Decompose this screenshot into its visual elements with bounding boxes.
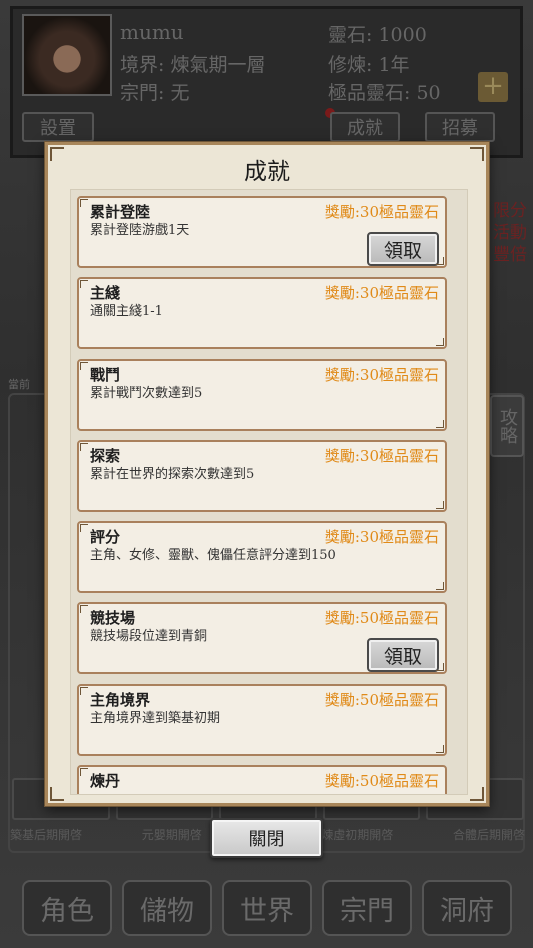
achievement-desc: 主角境界達到築基初期 (90, 711, 221, 726)
achievement-desc: 通關主綫1-1 (90, 304, 163, 319)
achievement-card: 煉丹 獎勵:50極品靈石 (77, 765, 447, 794)
player-name: mumu (120, 20, 184, 44)
achievement-reward: 獎勵:50極品靈石 (324, 691, 439, 709)
achievement-list[interactable]: 累計登陸 獎勵:30極品靈石 累計登陸游戲1天 領取 主綫 獎勵:30極品靈石 … (70, 189, 468, 795)
achievement-name: 評分 (90, 528, 121, 546)
cultivation-time: 修煉: 1年 (328, 54, 410, 76)
achievement-card: 探索 獎勵:30極品靈石 累計在世界的探索次數達到5 (77, 440, 447, 512)
current-label: 當前 (8, 378, 30, 391)
corner-ornament (470, 787, 484, 801)
achievement-desc: 競技場段位達到青銅 (90, 629, 208, 644)
unlock-label: 合體后期開啓 (452, 828, 525, 842)
player-avatar[interactable] (22, 14, 112, 96)
corner-ornament (50, 787, 64, 801)
guide-tab[interactable]: 攻略 (490, 395, 524, 457)
recruit-button[interactable]: 招募 (425, 112, 495, 142)
nav-character[interactable]: 角色 (22, 880, 112, 936)
achievement-desc: 主角、女修、靈獸、傀儡任意評分達到150 (90, 548, 336, 563)
event-banner[interactable]: 限分活動豐倍 (490, 200, 530, 270)
nav-world[interactable]: 世界 (222, 880, 312, 936)
unlock-label: 築基后期開啓 (10, 828, 83, 842)
achievement-name: 探索 (90, 447, 121, 465)
nav-sect[interactable]: 宗門 (322, 880, 412, 936)
achievement-name: 煉丹 (90, 772, 121, 790)
dialog-title: 成就 (244, 159, 290, 185)
achievement-desc: 累計在世界的探索次數達到5 (90, 467, 255, 482)
close-button[interactable]: 關閉 (210, 818, 323, 858)
spirit-stones: 靈石: 1000 (328, 24, 427, 46)
achievement-reward: 獎勵:30極品靈石 (324, 203, 439, 221)
add-stones-button[interactable]: + (478, 72, 508, 102)
player-sect: 宗門: 无 (120, 82, 190, 104)
achievement-card: 戰鬥 獎勵:30極品靈石 累計戰鬥次數達到5 (77, 359, 447, 431)
achievements-dialog: 成就 累計登陸 獎勵:30極品靈石 累計登陸游戲1天 領取 主綫 獎勵:30極品… (45, 142, 489, 806)
achievement-reward: 獎勵:30極品靈石 (324, 366, 439, 384)
claim-button[interactable]: 領取 (367, 232, 439, 266)
achievement-reward: 獎勵:50極品靈石 (324, 772, 439, 790)
plus-icon: + (482, 71, 504, 101)
achievement-name: 累計登陸 (90, 203, 151, 221)
unlock-label: 元嬰期開啓 (141, 828, 202, 842)
achievement-name: 競技場 (90, 609, 136, 627)
premium-stones: 極品靈石: 50 (328, 82, 441, 104)
achievement-name: 戰鬥 (90, 366, 121, 384)
player-realm: 境界: 煉氣期一層 (120, 54, 266, 76)
settings-button[interactable]: 設置 (22, 112, 94, 142)
achievement-reward: 獎勵:30極品靈石 (324, 528, 439, 546)
nav-storage[interactable]: 儲物 (122, 880, 212, 936)
achievement-name: 主綫 (90, 284, 121, 302)
achievement-desc: 累計登陸游戲1天 (90, 223, 190, 238)
achievement-desc: 累計戰鬥次數達到5 (90, 386, 203, 401)
achievement-card: 主綫 獎勵:30極品靈石 通關主綫1-1 (77, 277, 447, 349)
achievement-card: 評分 獎勵:30極品靈石 主角、女修、靈獸、傀儡任意評分達到150 (77, 521, 447, 593)
claim-button[interactable]: 領取 (367, 638, 439, 672)
achievement-card: 競技場 獎勵:50極品靈石 競技場段位達到青銅 領取 (77, 602, 447, 674)
achievement-card: 累計登陸 獎勵:30極品靈石 累計登陸游戲1天 領取 (77, 196, 447, 268)
achievement-reward: 獎勵:50極品靈石 (324, 609, 439, 627)
achievement-card: 主角境界 獎勵:50極品靈石 主角境界達到築基初期 (77, 684, 447, 756)
achievements-button[interactable]: 成就 (330, 112, 400, 142)
bottom-nav: 角色 儲物 世界 宗門 洞府 (22, 880, 512, 938)
achievement-name: 主角境界 (90, 691, 151, 709)
achievement-reward: 獎勵:30極品靈石 (324, 447, 439, 465)
nav-cave[interactable]: 洞府 (422, 880, 512, 936)
achievement-reward: 獎勵:30極品靈石 (324, 284, 439, 302)
unlock-label: 煉虛初期開啓 (321, 828, 394, 842)
